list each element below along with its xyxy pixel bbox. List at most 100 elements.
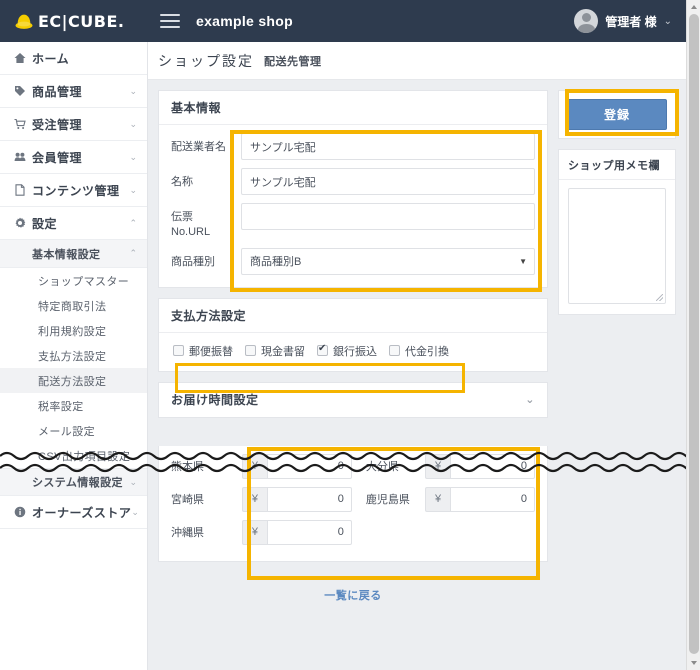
delivery-time-heading-row[interactable]: お届け時間設定 ⌄: [159, 383, 547, 417]
register-card: 登録: [558, 90, 676, 139]
chevron-up-icon[interactable]: ⌃: [129, 248, 137, 259]
checkbox-label: 郵便振替: [189, 343, 233, 359]
sidebar-group-system-settings[interactable]: システム情報設定 ⌄: [0, 468, 147, 496]
checkbox-bank-transfer[interactable]: 銀行振込: [317, 343, 377, 359]
currency-symbol: ¥: [425, 454, 450, 479]
table-row: 沖縄県 ¥ 0: [171, 516, 535, 549]
breadcrumb: ショップ設定 配送先管理: [148, 42, 686, 80]
sidebar-item-tax-rate[interactable]: 税率設定: [0, 393, 147, 418]
field-control: 商品種別B ▼: [241, 248, 535, 275]
fee-input-group[interactable]: ¥ 0: [425, 454, 535, 479]
sidebar-item-settings[interactable]: 設定 ⌃: [0, 207, 147, 240]
prefecture-name: 宮崎県: [171, 483, 242, 516]
user-menu[interactable]: 管理者 様 ⌄: [574, 9, 686, 33]
fee-input[interactable]: 0: [450, 487, 535, 512]
sidebar-item-owners-store[interactable]: オーナーズストア ⌄: [0, 496, 147, 529]
fee-cell: ¥ 0: [425, 450, 535, 483]
document-icon: [14, 184, 32, 196]
logo[interactable]: EC|CUBE.: [0, 0, 148, 42]
fee-input[interactable]: 0: [267, 487, 352, 512]
label-text: 配送業者名: [171, 141, 226, 153]
sidebar-item-mail[interactable]: メール設定: [0, 418, 147, 443]
fee-input[interactable]: 0: [450, 454, 535, 479]
info-icon: [14, 506, 32, 518]
sidebar-item-product[interactable]: 商品管理 ⌄: [0, 75, 147, 108]
sidebar-item-home[interactable]: ホーム: [0, 42, 147, 75]
checkbox-box[interactable]: [389, 345, 400, 356]
sidebar-item-label: コンテンツ管理: [32, 182, 129, 199]
checkbox-box[interactable]: [173, 345, 184, 356]
menu-toggle-icon[interactable]: [160, 10, 180, 32]
chevron-down-icon[interactable]: ⌄: [129, 119, 137, 130]
fee-input-group[interactable]: ¥ 0: [242, 520, 352, 545]
slip-no-url-input[interactable]: [241, 203, 535, 230]
field-label-name: 名称: [171, 168, 241, 190]
chevron-down-icon[interactable]: ⌄: [131, 507, 139, 518]
admin-page: EC|CUBE. example shop 管理者 様 ⌄ ホーム 商品管理 ⌄: [0, 0, 700, 670]
sidebar-group-basic-settings[interactable]: 基本情報設定 ⌃: [0, 240, 147, 268]
sidebar-item-label: 受注管理: [32, 116, 129, 133]
chevron-up-icon[interactable]: ⌃: [129, 218, 137, 229]
checkbox-label: 代金引換: [405, 343, 449, 359]
payment-options: 郵便振替 現金書留 銀行振込: [167, 339, 535, 363]
checkbox-box[interactable]: [317, 345, 328, 356]
sidebar-item-tokutei[interactable]: 特定商取引法: [0, 293, 147, 318]
top-bar: EC|CUBE. example shop 管理者 様 ⌄: [0, 0, 686, 42]
carrier-name-input[interactable]: [241, 133, 535, 160]
sidebar-item-csv-output[interactable]: CSV出力項目設定: [0, 443, 147, 468]
scroll-up-arrow-icon[interactable]: [691, 5, 697, 9]
payment-method-heading: 支払方法設定: [159, 299, 547, 333]
sidebar-item-content[interactable]: コンテンツ管理 ⌄: [0, 174, 147, 207]
checkbox-cash-on-delivery[interactable]: 代金引換: [389, 343, 449, 359]
sidebar-item-terms[interactable]: 利用規約設定: [0, 318, 147, 343]
currency-symbol: ¥: [242, 487, 267, 512]
fee-input-group[interactable]: ¥ 0: [425, 487, 535, 512]
chevron-down-icon[interactable]: ⌄: [664, 16, 672, 27]
back-to-list: 一覧に戻る: [158, 572, 548, 604]
chevron-down-icon[interactable]: ⌄: [129, 477, 137, 488]
product-type-select[interactable]: 商品種別B ▼: [241, 248, 535, 275]
sidebar-item-payment-method[interactable]: 支払方法設定: [0, 343, 147, 368]
chevron-down-icon[interactable]: ⌄: [129, 152, 137, 163]
content-columns: 基本情報 配送業者名 名称: [148, 80, 686, 604]
name-input[interactable]: [241, 168, 535, 195]
scroll-down-arrow-icon[interactable]: [691, 661, 697, 665]
checkbox-postal-transfer[interactable]: 郵便振替: [173, 343, 233, 359]
fee-input[interactable]: 0: [267, 520, 352, 545]
left-column: 基本情報 配送業者名 名称: [158, 90, 548, 604]
payment-method-body: 郵便振替 現金書留 銀行振込: [159, 333, 547, 371]
delivery-time-card[interactable]: お届け時間設定 ⌄: [158, 382, 548, 418]
sidebar-item-delivery-method[interactable]: 配送方法設定: [0, 368, 147, 393]
product-type-selected-value: 商品種別B: [250, 253, 301, 269]
chevron-down-icon[interactable]: ⌄: [129, 185, 137, 196]
main-content: ショップ設定 配送先管理 基本情報 配送業者名: [148, 42, 686, 670]
avatar: [574, 9, 598, 33]
page-title: ショップ設定: [158, 51, 254, 71]
prefecture-name: 熊本県: [171, 450, 242, 483]
sidebar-item-member[interactable]: 会員管理 ⌄: [0, 141, 147, 174]
fee-input[interactable]: 0: [267, 454, 352, 479]
page-subtitle: 配送先管理: [264, 53, 322, 69]
cart-icon: [14, 118, 32, 130]
shop-memo-textarea[interactable]: [568, 188, 666, 304]
page-scrollbar[interactable]: [686, 0, 700, 670]
prefecture-name: 大分県: [352, 450, 425, 483]
checkbox-cash-registered-mail[interactable]: 現金書留: [245, 343, 305, 359]
shop-memo-card: ショップ用メモ欄: [558, 149, 676, 315]
chevron-down-icon[interactable]: ⌄: [129, 86, 137, 97]
fee-input-group[interactable]: ¥ 0: [242, 487, 352, 512]
delivery-time-heading: お届け時間設定: [171, 391, 259, 408]
checkbox-box[interactable]: [245, 345, 256, 356]
gear-icon: [14, 217, 32, 229]
back-to-list-link[interactable]: 一覧に戻る: [324, 590, 382, 602]
scrollbar-thumb[interactable]: [689, 14, 699, 654]
chevron-down-icon[interactable]: ⌄: [525, 393, 535, 406]
register-button[interactable]: 登録: [567, 99, 667, 130]
label-line-1: 伝票: [171, 211, 193, 223]
shop-memo-heading: ショップ用メモ欄: [559, 150, 675, 180]
sidebar-item-label: 商品管理: [32, 83, 129, 100]
sidebar-item-shop-master[interactable]: ショップマスター: [0, 268, 147, 293]
sidebar-item-order[interactable]: 受注管理 ⌄: [0, 108, 147, 141]
fee-input-group[interactable]: ¥ 0: [242, 454, 352, 479]
fee-cell: ¥ 0: [242, 483, 352, 516]
